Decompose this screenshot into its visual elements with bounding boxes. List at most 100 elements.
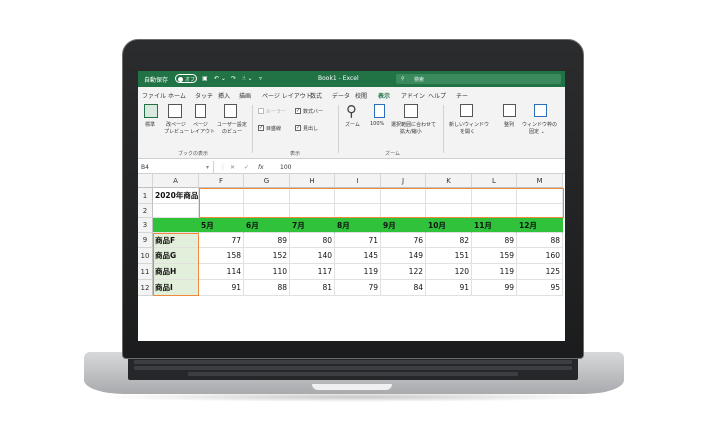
product-name-cell[interactable]: 商品I (153, 280, 199, 296)
cell[interactable] (290, 188, 335, 204)
cell[interactable] (472, 188, 517, 204)
month-header-cell[interactable] (153, 218, 199, 233)
value-cell[interactable]: 81 (290, 280, 335, 296)
cell[interactable] (426, 204, 472, 218)
month-header-cell[interactable]: 5月 (199, 218, 244, 233)
tab-6[interactable]: 数式 (310, 91, 322, 100)
tab-7[interactable]: データ (332, 91, 350, 100)
value-cell[interactable]: 159 (472, 248, 517, 264)
new-window-label-1[interactable]: 新しいウィンドウ (449, 121, 489, 128)
headings-checkbox[interactable]: ✓ (295, 125, 301, 131)
tab-4[interactable]: 描画 (239, 91, 251, 100)
value-cell[interactable]: 122 (381, 264, 426, 280)
value-cell[interactable]: 88 (517, 233, 563, 248)
ruler-checkbox[interactable] (258, 108, 264, 114)
column-header-M[interactable]: M (517, 174, 563, 188)
cell[interactable] (517, 188, 563, 204)
row-header-11[interactable]: 11 (138, 264, 153, 280)
spreadsheet-grid[interactable]: A F G H I J K L M 1 2 3 9 10 11 12 2020年商品 5月 6月 7月 8月 9月 10月 1… (138, 174, 565, 341)
value-cell[interactable]: 95 (517, 280, 563, 296)
zoom-selection-label-1[interactable]: 選択範囲に合わせて (391, 121, 436, 128)
row-header-1[interactable]: 1 (138, 188, 153, 204)
enter-icon[interactable]: ✓ (244, 164, 249, 171)
value-cell[interactable]: 149 (381, 248, 426, 264)
arrange-all-icon[interactable] (503, 104, 516, 117)
value-cell[interactable]: 151 (426, 248, 472, 264)
value-cell[interactable]: 71 (335, 233, 381, 248)
column-header-K[interactable]: K (426, 174, 472, 188)
new-window-label-2[interactable]: を開く (460, 128, 475, 135)
zoom-to-selection-icon[interactable] (404, 104, 418, 118)
value-cell[interactable]: 120 (426, 264, 472, 280)
month-header-cell[interactable]: 9月 (381, 218, 426, 233)
freeze-panes-label-1[interactable]: ウィンドウ枠の (522, 121, 557, 128)
arrange-all-button[interactable]: 整列 (504, 121, 514, 128)
tab-10[interactable]: アドイン (401, 91, 425, 100)
touch-mode-icon[interactable]: ☝ ⌄ (242, 75, 253, 82)
zoom-magnifier-icon[interactable]: ⚲ (346, 102, 357, 120)
row-header-3[interactable]: 3 (138, 218, 153, 233)
quick-access-dropdown-icon[interactable]: ▿ (259, 75, 262, 82)
cell[interactable] (244, 188, 290, 204)
column-header-H[interactable]: H (290, 174, 335, 188)
column-header-G[interactable]: G (244, 174, 290, 188)
zoom-selection-label-2[interactable]: 拡大/縮小 (400, 128, 422, 135)
month-header-cell[interactable]: 7月 (290, 218, 335, 233)
formula-input[interactable]: 100 (280, 164, 291, 171)
value-cell[interactable]: 89 (244, 233, 290, 248)
title-cell[interactable]: 2020年商品 (153, 188, 199, 204)
column-header-F[interactable]: F (199, 174, 244, 188)
zoom-button[interactable]: ズーム (345, 121, 360, 128)
tab-11[interactable]: ヘルプ (428, 91, 446, 100)
cell[interactable] (426, 188, 472, 204)
value-cell[interactable]: 77 (199, 233, 244, 248)
freeze-panes-icon[interactable] (534, 104, 547, 117)
row-header-9[interactable]: 9 (138, 233, 153, 248)
cancel-icon[interactable]: ✕ (230, 164, 235, 171)
normal-view-button[interactable]: 標準 (145, 121, 155, 128)
value-cell[interactable]: 76 (381, 233, 426, 248)
insert-function-icon[interactable]: fx (258, 164, 264, 171)
cell[interactable] (517, 204, 563, 218)
value-cell[interactable]: 110 (244, 264, 290, 280)
custom-views-icon[interactable] (224, 104, 237, 118)
cell[interactable] (472, 204, 517, 218)
cell[interactable] (381, 188, 426, 204)
custom-views-label-1[interactable]: ユーザー設定 (217, 121, 247, 128)
value-cell[interactable]: 82 (426, 233, 472, 248)
page-layout-label-1[interactable]: ページ (193, 121, 208, 128)
value-cell[interactable]: 99 (472, 280, 517, 296)
value-cell[interactable]: 114 (199, 264, 244, 280)
value-cell[interactable]: 140 (290, 248, 335, 264)
value-cell[interactable]: 117 (290, 264, 335, 280)
product-name-cell[interactable]: 商品F (153, 233, 199, 248)
value-cell[interactable]: 125 (517, 264, 563, 280)
tab-1[interactable]: ホーム (168, 91, 186, 100)
tab-0[interactable]: ファイル (142, 91, 166, 100)
name-box[interactable]: B4 ▾ (138, 161, 214, 173)
cell[interactable] (290, 204, 335, 218)
column-header-A[interactable]: A (153, 174, 199, 188)
page-break-label-1[interactable]: 改ページ (166, 121, 186, 128)
save-icon[interactable]: ▣ (202, 75, 208, 82)
value-cell[interactable]: 91 (199, 280, 244, 296)
month-header-cell[interactable]: 10月 (426, 218, 472, 233)
gridlines-checkbox[interactable]: ✓ (258, 125, 264, 131)
value-cell[interactable]: 145 (335, 248, 381, 264)
month-header-cell[interactable]: 11月 (472, 218, 517, 233)
normal-view-icon[interactable] (144, 104, 158, 118)
cell[interactable] (153, 204, 199, 218)
tab-12[interactable]: チー (456, 91, 468, 100)
value-cell[interactable]: 88 (244, 280, 290, 296)
value-cell[interactable]: 119 (472, 264, 517, 280)
select-all-corner[interactable] (138, 174, 153, 188)
cell[interactable] (335, 204, 381, 218)
value-cell[interactable]: 160 (517, 248, 563, 264)
column-header-I[interactable]: I (335, 174, 381, 188)
tab-5[interactable]: ページ レイアウト (262, 91, 312, 100)
tab-9[interactable]: 表示 (378, 91, 391, 103)
value-cell[interactable]: 158 (199, 248, 244, 264)
formula-bar-checkbox[interactable]: ✓ (295, 108, 301, 114)
cell[interactable] (335, 188, 381, 204)
row-header-10[interactable]: 10 (138, 248, 153, 264)
